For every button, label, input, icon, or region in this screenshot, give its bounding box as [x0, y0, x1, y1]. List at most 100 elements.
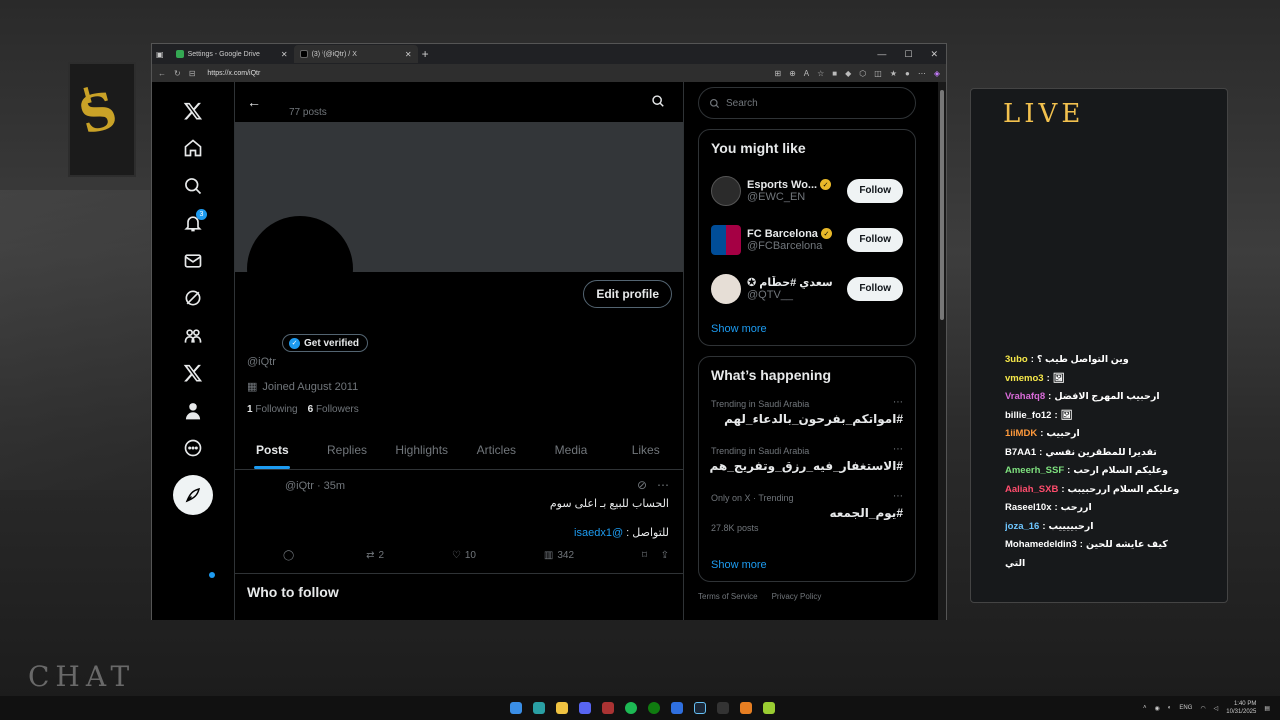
app-icon[interactable]	[602, 702, 614, 714]
notifications-bell-icon[interactable]: 3	[173, 205, 213, 243]
app-icon[interactable]	[740, 702, 752, 714]
grok-explain-icon[interactable]: ⊘	[637, 478, 647, 492]
start-windows-icon[interactable]	[510, 702, 522, 714]
search-input[interactable]: Search	[698, 87, 916, 119]
trend-more-icon[interactable]: ⋯	[893, 491, 903, 502]
tab-likes[interactable]: Likes	[608, 430, 683, 469]
tab-articles[interactable]: Articles	[459, 430, 534, 469]
grok-icon[interactable]	[173, 280, 213, 318]
favorites-bar-icon[interactable]: ★	[890, 69, 897, 78]
minimize-icon[interactable]: —	[877, 49, 886, 60]
edge-icon[interactable]	[533, 702, 545, 714]
trend-item[interactable]: Trending in Saudi Arabia #امواتكم_بفرحون…	[711, 393, 903, 440]
compose-post-button[interactable]	[173, 475, 213, 515]
tab-media[interactable]: Media	[534, 430, 609, 469]
share-icon[interactable]: ⇪	[661, 550, 669, 561]
zoom-icon[interactable]: ⊕	[789, 69, 796, 78]
notification-center-icon[interactable]: ▤	[1264, 705, 1270, 712]
tab-google-drive[interactable]: Settings - Google Drive ✕	[170, 45, 294, 63]
tab-x-profile[interactable]: (3) ⁱ(@iQtr) / X ✕	[293, 45, 418, 63]
volume-icon[interactable]: ◁	[1214, 705, 1219, 712]
get-verified-button[interactable]: ✓ Get verified	[282, 334, 369, 352]
trend-item[interactable]: Trending in Saudi Arabia #الاستغفار_فيه_…	[710, 440, 903, 487]
extension-icon[interactable]: ■	[832, 69, 837, 78]
tray-overflow-icon[interactable]: ˄	[1143, 705, 1147, 711]
favorite-icon[interactable]: ☆	[817, 69, 824, 78]
refresh-icon[interactable]: ↻	[174, 69, 181, 78]
new-tab-icon[interactable]: +	[422, 47, 429, 61]
read-aloud-icon[interactable]: A	[804, 69, 809, 78]
suggestion-item[interactable]: ✪ سعدي #حطّام @QTV__ Follow	[711, 264, 903, 313]
show-more-link[interactable]: Show more	[711, 323, 903, 335]
url-input[interactable]: https://x.com/iQtr	[207, 70, 260, 77]
steam-icon[interactable]	[694, 702, 706, 714]
close-tab-icon[interactable]: ✕	[405, 50, 412, 59]
profile-person-icon[interactable]	[173, 392, 213, 430]
epic-games-icon[interactable]	[717, 702, 729, 714]
messages-envelope-icon[interactable]	[173, 242, 213, 280]
app-icon[interactable]	[763, 702, 775, 714]
bookmark-icon[interactable]: ⌑	[642, 550, 647, 561]
terms-link[interactable]: Terms of Service	[698, 592, 758, 601]
tray-app-icon[interactable]: ◐	[1168, 705, 1172, 711]
home-icon[interactable]	[173, 130, 213, 168]
media-player-icon[interactable]	[671, 702, 683, 714]
site-info-icon[interactable]: ⊟	[189, 69, 196, 78]
extension-icon[interactable]: ◆	[845, 69, 851, 78]
profile-icon[interactable]: ●	[905, 69, 910, 78]
views-button[interactable]: ▥ 342	[544, 550, 574, 561]
reply-button[interactable]: ◯	[283, 550, 298, 561]
spotify-icon[interactable]	[625, 702, 637, 714]
split-screen-icon[interactable]: ◫	[874, 69, 882, 78]
clock[interactable]: 1:40 PM 10/31/2025	[1226, 700, 1256, 716]
settings-menu-icon[interactable]: ⋯	[918, 69, 926, 78]
tab-highlights[interactable]: Highlights	[384, 430, 459, 469]
repost-button[interactable]: ⇄ 2	[366, 550, 384, 561]
suggestion-item[interactable]: FC Barcelona ✓ @FCBarcelona Follow	[711, 215, 903, 264]
copilot-icon[interactable]: ◈	[934, 69, 940, 78]
follow-button[interactable]: Follow	[847, 276, 903, 301]
tab-posts[interactable]: Posts	[235, 430, 310, 469]
show-more-trends-link[interactable]: Show more	[711, 559, 903, 571]
like-button[interactable]: ♡ 10	[452, 550, 476, 561]
apps-icon[interactable]: ⊞	[774, 69, 781, 78]
more-circle-icon[interactable]	[173, 430, 213, 468]
suggestion-item[interactable]: Esports Wo... ✓ @EWC_EN Follow	[711, 166, 903, 215]
close-window-icon[interactable]: ✕	[930, 49, 938, 60]
scroll-thumb[interactable]	[940, 90, 944, 320]
page-scrollbar[interactable]	[938, 82, 946, 620]
wifi-icon[interactable]: ◠	[1200, 705, 1205, 712]
tweet-text-line2: للتواصل : @isaedx1	[574, 526, 669, 539]
language-indicator[interactable]: ENG	[1179, 705, 1192, 711]
more-options-icon[interactable]: ⋯	[657, 478, 669, 492]
followers-link[interactable]: 6 Followers	[308, 404, 359, 415]
trend-item[interactable]: Only on X · Trending #يوم_الجمعه 27.8K p…	[711, 487, 903, 549]
discord-icon[interactable]	[579, 702, 591, 714]
x-logo-icon[interactable]	[173, 92, 213, 130]
extension-icon[interactable]: ⬡	[859, 69, 866, 78]
close-tab-icon[interactable]: ✕	[281, 50, 288, 59]
trend-more-icon[interactable]: ⋯	[893, 397, 903, 408]
back-nav-icon[interactable]: ←	[158, 69, 166, 78]
profile-avatar[interactable]	[247, 216, 353, 322]
tab-replies[interactable]: Replies	[310, 430, 385, 469]
xbox-icon[interactable]	[648, 702, 660, 714]
communities-icon[interactable]	[173, 317, 213, 355]
tweet[interactable]: @iQtr · 35m ⊘ ⋯ الحساب للبيع بـ اعلى سوم…	[235, 470, 683, 574]
tab-actions-icon[interactable]: ▣	[156, 50, 164, 59]
tweet-mention-link[interactable]: @isaedx1	[574, 527, 623, 539]
follow-button[interactable]: Follow	[847, 227, 903, 252]
reply-icon: ◯	[283, 550, 295, 561]
back-arrow-icon[interactable]: ←	[247, 94, 261, 110]
follow-button[interactable]: Follow	[847, 178, 903, 203]
privacy-link[interactable]: Privacy Policy	[772, 592, 822, 601]
tray-app-icon[interactable]: ◉	[1155, 705, 1160, 712]
premium-x-icon[interactable]	[173, 355, 213, 393]
following-link[interactable]: 1 Following	[247, 404, 298, 415]
edit-profile-button[interactable]: Edit profile	[583, 280, 672, 308]
search-icon[interactable]	[651, 94, 665, 113]
explore-search-icon[interactable]	[173, 167, 213, 205]
maximize-icon[interactable]: ☐	[904, 49, 912, 60]
file-explorer-icon[interactable]	[556, 702, 568, 714]
trend-more-icon[interactable]: ⋯	[893, 444, 903, 455]
